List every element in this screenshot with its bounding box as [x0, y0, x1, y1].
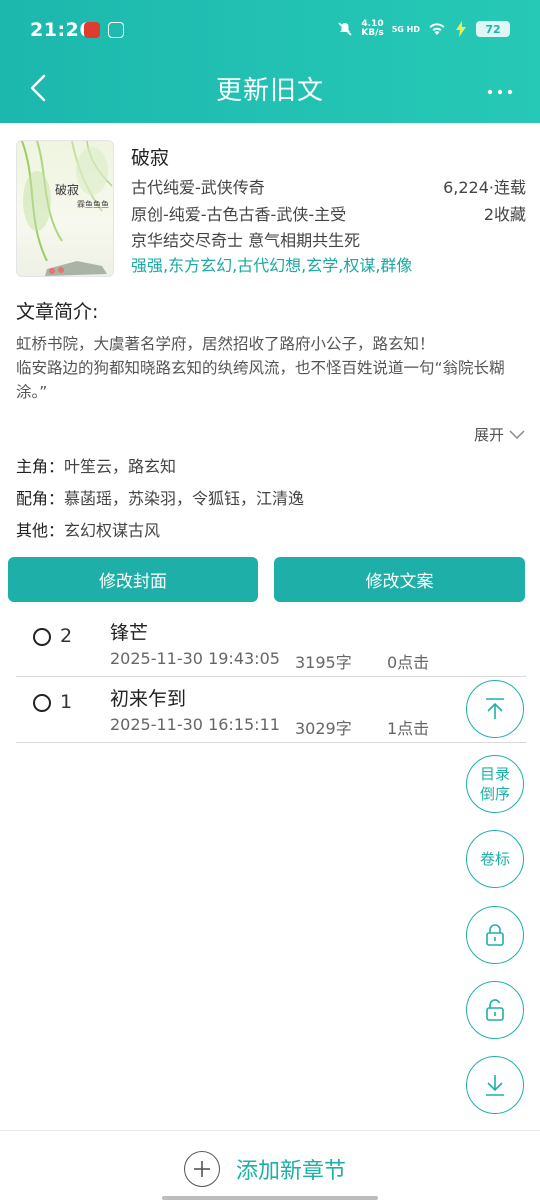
volume-label-text: 卷标 — [479, 850, 510, 868]
role-other-key: 其他： — [16, 521, 65, 540]
intro-label: 文章简介: — [16, 301, 99, 323]
book-tagline-text: 京华结交尽奇士 意气相期共生死 — [131, 231, 361, 250]
wifi-icon — [429, 23, 445, 35]
volume-label-button[interactable]: 卷标 — [466, 830, 524, 888]
reverse-order-button[interactable]: 目录倒序 — [466, 755, 524, 813]
net-speed-unit: KB/s — [361, 28, 384, 38]
chapter-date: 2025-11-30 19:43:05 — [110, 649, 280, 668]
book-name: 破寂 — [131, 147, 170, 169]
role-main-value: 叶笙云，路玄知 — [64, 457, 177, 476]
bottom-bar: 添加新章节 — [0, 1130, 540, 1204]
edit-copy-button[interactable]: 修改文案 — [274, 557, 525, 602]
plus-icon — [184, 1151, 220, 1187]
chapter-meta: 2025-11-30 19:43:05 3195字 0点击 — [110, 649, 429, 672]
cover-title: 破寂 — [55, 183, 80, 197]
reverse-order-label: 目录倒序 — [479, 765, 510, 803]
chapter-row[interactable]: 2 锋芒 2025-11-30 19:43:05 3195字 0点击 — [16, 611, 526, 677]
book-cover[interactable]: 破寂 霖鱼鱼鱼 — [16, 140, 114, 277]
role-main-key: 主角： — [16, 457, 65, 476]
chapter-title: 锋芒 — [110, 622, 149, 644]
chevron-down-icon — [509, 429, 525, 439]
scroll-top-button[interactable] — [466, 680, 524, 738]
book-favorites: 2收藏 — [483, 205, 526, 224]
roles-section: 主角：叶笙云，路玄知 配角：慕菡瑶，苏染羽，令狐钰，江清逸 其他：玄幻权谋古风 — [16, 455, 526, 551]
scroll-bottom-button[interactable] — [466, 1056, 524, 1114]
chapter-words: 3195字 — [295, 653, 352, 672]
nav-bar: 更新旧文 — [0, 62, 540, 118]
role-supporting-key: 配角： — [16, 489, 65, 508]
arrow-up-to-top-icon — [486, 698, 504, 719]
chapter-clicks: 1点击 — [387, 719, 430, 738]
role-supporting: 配角：慕菡瑶，苏染羽，令狐钰，江清逸 — [16, 487, 526, 519]
book-tags-text: 强强,东方玄幻,古代幻想,玄学,权谋,群像 — [131, 256, 413, 275]
chapter-title: 初来乍到 — [110, 688, 187, 710]
unlock-button[interactable] — [466, 981, 524, 1039]
intro-line-2: 临安路边的狗都知晓路玄知的纨绔风流，也不怪百姓说道一句“翁院长糊涂。” — [16, 359, 505, 401]
book-genre: 古代纯爱-武侠传奇 — [131, 178, 265, 197]
status-icons: 4.10 KB/s 5G HD 72 — [337, 20, 510, 38]
role-other-value: 玄幻权谋古风 — [64, 521, 161, 540]
chapter-clicks: 0点击 — [387, 653, 430, 672]
unlock-icon — [486, 999, 504, 1021]
expand-button[interactable]: 展开 — [474, 424, 526, 445]
arrow-down-to-bottom-icon — [486, 1075, 504, 1096]
book-word-status: 6,224·连载 — [443, 178, 526, 197]
role-other: 其他：玄幻权谋古风 — [16, 519, 526, 551]
book-info: 破寂 霖鱼鱼鱼 破寂 古代纯爱-武侠传奇 6,224·连载 原创-纯爱-古色古香… — [16, 140, 526, 280]
home-indicator[interactable] — [162, 1196, 378, 1200]
page-title: 更新旧文 — [215, 76, 324, 106]
add-chapter-button[interactable]: 添加新章节 — [184, 1151, 346, 1187]
edit-cover-button[interactable]: 修改封面 — [8, 557, 258, 602]
role-main: 主角：叶笙云，路玄知 — [16, 455, 526, 487]
chapter-meta: 2025-11-30 16:15:11 3029字 1点击 — [110, 715, 429, 738]
network-label: 5G HD — [391, 24, 420, 34]
chapter-row[interactable]: 1 初来乍到 2025-11-30 16:15:11 3029字 1点击 — [16, 677, 526, 743]
lock-icon — [486, 924, 504, 946]
app-header: 21:26 4.10 KB/s 5G HD 72 更新旧文 — [0, 0, 540, 123]
lock-button[interactable] — [466, 906, 524, 964]
more-menu-button[interactable] — [480, 70, 520, 110]
chapter-number: 1 — [60, 691, 73, 713]
cover-author: 霖鱼鱼鱼 — [77, 200, 109, 209]
radio-button[interactable] — [33, 694, 51, 712]
radio-button[interactable] — [33, 628, 51, 646]
chapter-words: 3029字 — [295, 719, 352, 738]
net-speed: 4.10 KB/s — [361, 20, 383, 38]
document-icon — [108, 22, 124, 38]
intro-line-1: 虹桥书院，大虞著名学府，居然招收了路府小公子，路玄知！ — [16, 335, 435, 353]
status-bar: 21:26 4.10 KB/s 5G HD 72 — [0, 0, 540, 62]
chapter-date: 2025-11-30 16:15:11 — [110, 715, 280, 734]
chapter-number: 2 — [60, 625, 73, 647]
battery-indicator: 72 — [476, 21, 510, 37]
add-chapter-label: 添加新章节 — [236, 1159, 347, 1184]
intro-text: 虹桥书院，大虞著名学府，居然招收了路府小公子，路玄知！ 临安路边的狗都知晓路玄知… — [16, 332, 528, 404]
mute-icon — [338, 22, 352, 36]
netease-music-icon — [84, 22, 100, 38]
expand-label: 展开 — [473, 426, 504, 444]
charging-icon — [456, 21, 466, 37]
book-category: 原创-纯爱-古色古香-武侠-主受 — [131, 205, 347, 224]
role-supporting-value: 慕菡瑶，苏染羽，令狐钰，江清逸 — [64, 489, 305, 508]
